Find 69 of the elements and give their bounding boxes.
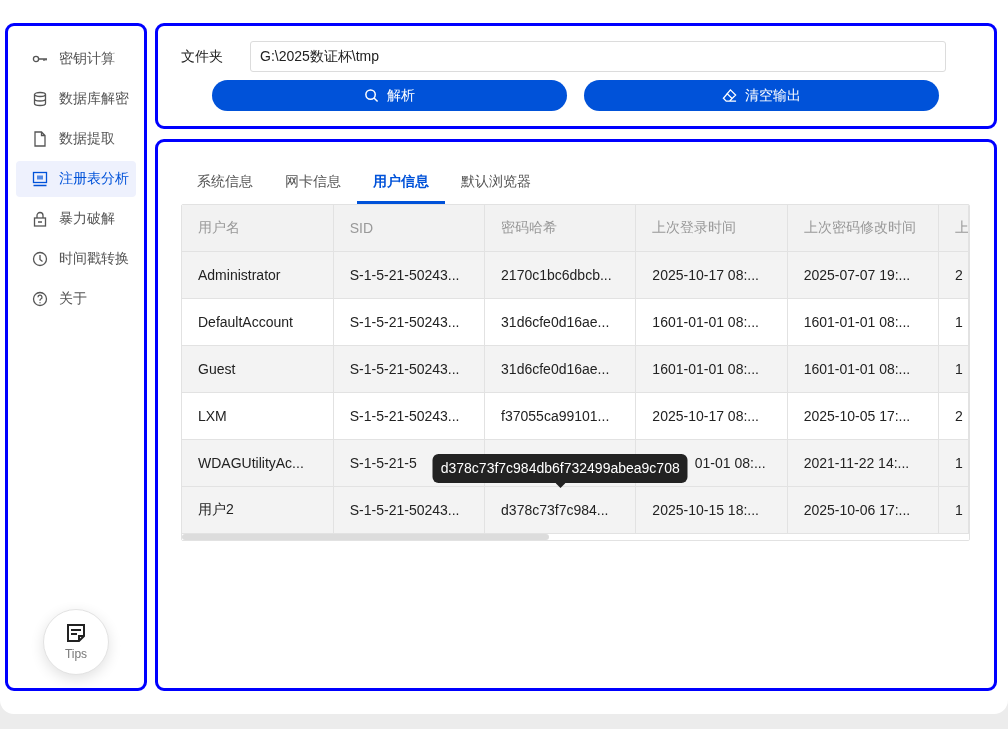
tooltip: d378c73f7c984db6f732499abea9c708 (432, 454, 688, 488)
table-cell: 01-01 08:... (694, 455, 766, 471)
table-cell: 2025-10-15 18:... (652, 502, 759, 518)
file-icon (32, 131, 48, 147)
table-cell: S-1-5-21-50243... (349, 314, 460, 330)
tab[interactable]: 默认浏览器 (445, 160, 547, 204)
table-cell: S-1-5-21-50243... (349, 502, 460, 518)
table-cell: S-1-5-21-5 (349, 455, 417, 471)
table-cell: DefaultAccount (198, 314, 293, 330)
table-cell: 1 (954, 314, 963, 330)
table-cell: 1 (954, 502, 963, 518)
table-cell: 1601-01-01 08:... (803, 361, 911, 377)
table-cell: S-1-5-21-50243... (349, 267, 460, 283)
table-cell: LXM (198, 408, 227, 424)
table-cell: 2025-10-05 17:... (803, 408, 911, 424)
clock-icon (32, 251, 48, 267)
sidebar-label: 暴力破解 (59, 210, 115, 228)
tab[interactable]: 网卡信息 (269, 160, 357, 204)
table-cell: S-1-5-21-50243... (349, 361, 460, 377)
sidebar-item[interactable]: 注册表分析 (16, 161, 136, 197)
table-cell: Guest (198, 361, 236, 377)
table-cell: 2025-10-17 08:... (652, 267, 759, 283)
sidebar-label: 数据库解密 (59, 90, 129, 108)
table-cell: 2021-11-22 14:... (803, 455, 910, 471)
database-icon (32, 91, 48, 107)
scrollbar-thumb[interactable] (182, 534, 549, 540)
table-cell: f37055ca99101... (501, 408, 610, 424)
table-cell: 2170c1bc6dbcb... (501, 267, 612, 283)
sidebar-item[interactable]: 暴力破解 (16, 201, 136, 237)
sidebar-item[interactable]: 时间戳转换 (16, 241, 136, 277)
sidebar-label: 时间戳转换 (59, 250, 129, 268)
table-cell: WDAGUtilityAc... (198, 455, 304, 471)
tips-button[interactable]: Tips (43, 609, 109, 675)
folder-label: 文件夹 (181, 47, 224, 66)
lock-icon (32, 211, 48, 227)
sidebar-item[interactable]: 数据提取 (16, 121, 136, 157)
table-cell: 1601-01-01 08:... (803, 314, 911, 330)
sidebar-item[interactable]: 数据库解密 (16, 81, 136, 117)
sidebar-label: 数据提取 (59, 130, 115, 148)
table-cell: S-1-5-21-50243... (349, 408, 460, 424)
sidebar-label: 密钥计算 (59, 50, 115, 68)
table-cell: 31d6cfe0d16ae... (501, 314, 610, 330)
table-cell: 1 (954, 361, 963, 377)
table-cell: 2 (954, 267, 963, 283)
sidebar-label: 注册表分析 (59, 170, 129, 188)
table-cell: 2025-10-06 17:... (803, 502, 911, 518)
monitor-icon (32, 171, 48, 187)
table-cell: 1 (954, 455, 963, 471)
parse-button[interactable]: 解析 (212, 80, 567, 111)
note-icon (66, 623, 86, 643)
help-icon (32, 291, 48, 307)
tab[interactable]: 系统信息 (181, 160, 269, 204)
clear-output-button[interactable]: 清空输出 (584, 80, 939, 111)
table-cell: 2025-07-07 19:... (803, 267, 911, 283)
table-cell: 2025-10-17 08:... (652, 408, 759, 424)
search-icon (364, 88, 379, 103)
folder-input-field[interactable]: G:\2025数证杯\tmp (250, 41, 946, 72)
eraser-icon (722, 88, 737, 103)
table-cell: 31d6cfe0d16ae... (501, 361, 610, 377)
table-cell: 1601-01-01 08:... (652, 361, 759, 377)
tooltip-arrow (555, 483, 566, 488)
sidebar-label: 关于 (59, 290, 87, 308)
table-cell: 用户2 (198, 501, 234, 517)
table-cell: 1601-01-01 08:... (652, 314, 759, 330)
table-cell: d378c73f7c984... (501, 502, 609, 518)
table-cell: 2 (954, 408, 963, 424)
sidebar-item[interactable]: 密钥计算 (16, 41, 136, 77)
sidebar-item[interactable]: 关于 (16, 281, 136, 317)
table-cell: Administrator (198, 267, 281, 283)
